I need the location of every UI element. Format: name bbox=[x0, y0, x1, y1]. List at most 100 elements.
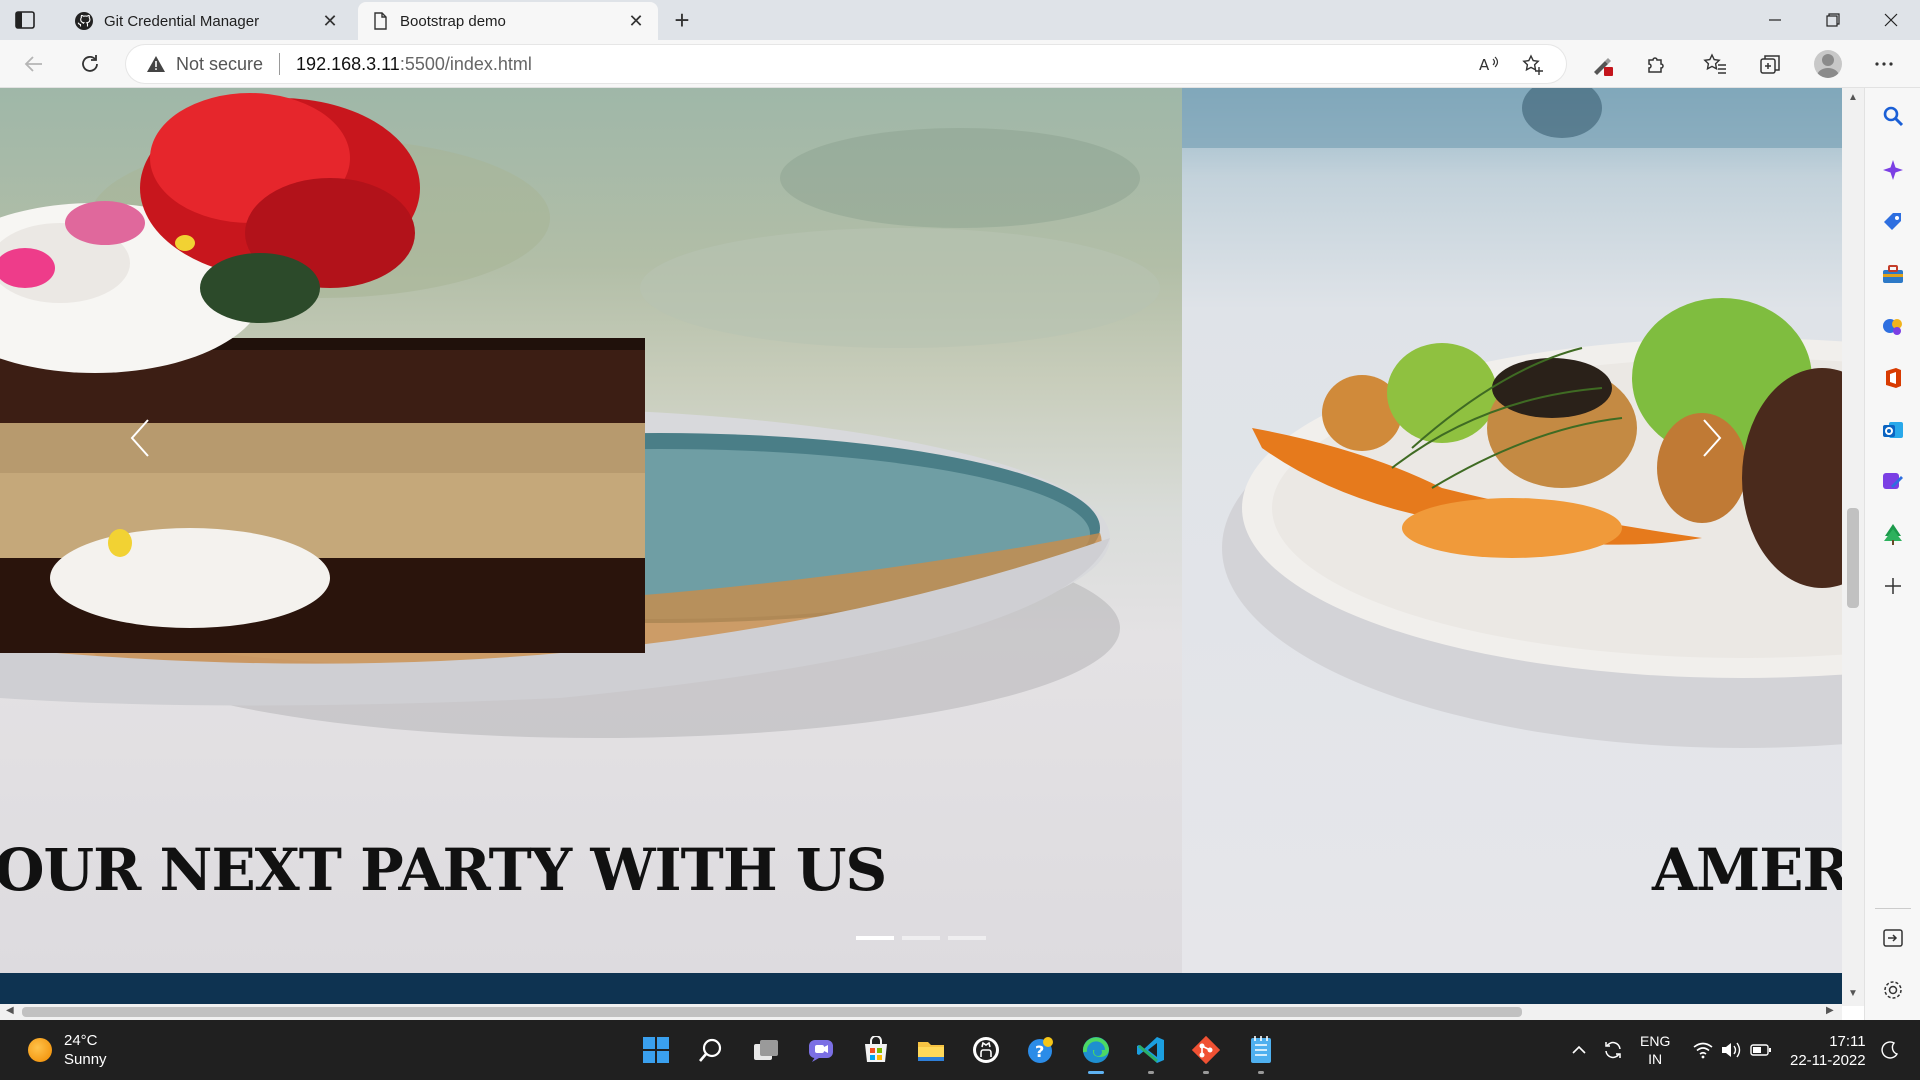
vscode-icon bbox=[1137, 1037, 1164, 1063]
refresh-button[interactable] bbox=[76, 50, 104, 78]
do-not-disturb-icon bbox=[1881, 1041, 1899, 1059]
github-icon bbox=[75, 12, 93, 30]
tab-title: Bootstrap demo bbox=[400, 12, 506, 30]
minimize-icon bbox=[1769, 19, 1781, 21]
clock-date: 22-11-2022 bbox=[1790, 1052, 1866, 1069]
browser-toolbar: Not secure 192.168.3.11 :5500/index.html… bbox=[0, 40, 1920, 88]
collections-icon bbox=[1760, 55, 1780, 74]
vertical-scrollbar[interactable]: ▲ ▼ bbox=[1842, 88, 1864, 1006]
close-tab-icon[interactable]: ✕ bbox=[320, 11, 340, 31]
scroll-right-arrow[interactable]: ▶ bbox=[1826, 1005, 1834, 1016]
restore-icon bbox=[1826, 13, 1840, 27]
extension-button[interactable] bbox=[1588, 50, 1616, 78]
wifi-icon bbox=[1693, 1042, 1713, 1059]
add-favorite-icon[interactable] bbox=[1522, 54, 1544, 76]
new-tab-button[interactable]: + bbox=[668, 5, 696, 35]
office-icon[interactable] bbox=[1881, 366, 1905, 390]
chevron-up-icon bbox=[1572, 1045, 1586, 1054]
tab-title: Git Credential Manager bbox=[104, 12, 260, 30]
sync-tray-item[interactable] bbox=[1602, 1020, 1624, 1080]
hide-sidebar-icon[interactable] bbox=[1881, 926, 1905, 950]
help-icon: ? bbox=[1028, 1037, 1053, 1063]
taskbar-notepad[interactable] bbox=[1243, 1032, 1279, 1074]
sidebar-settings-icon[interactable] bbox=[1881, 978, 1905, 1002]
address-bar[interactable]: Not secure 192.168.3.11 :5500/index.html… bbox=[126, 45, 1566, 83]
carousel-prev-button[interactable] bbox=[120, 408, 160, 468]
scroll-left-arrow[interactable]: ◀ bbox=[6, 1005, 14, 1016]
url-host: 192.168.3.11 bbox=[296, 53, 400, 74]
scroll-down-arrow[interactable]: ▼ bbox=[1848, 988, 1858, 999]
profile-avatar[interactable] bbox=[1814, 50, 1842, 78]
page-icon bbox=[374, 12, 387, 30]
carousel-indicator-1[interactable] bbox=[856, 936, 894, 940]
taskbar-chat[interactable] bbox=[803, 1032, 839, 1068]
close-window-button[interactable] bbox=[1862, 0, 1920, 40]
quick-settings[interactable] bbox=[1692, 1020, 1772, 1080]
horizontal-scroll-thumb[interactable] bbox=[22, 1007, 1522, 1017]
notepad-icon bbox=[1251, 1036, 1271, 1063]
taskbar-search-button[interactable] bbox=[693, 1032, 729, 1068]
security-label[interactable]: Not secure bbox=[176, 54, 263, 75]
tab-git-credential-manager[interactable]: Git Credential Manager ✕ bbox=[62, 2, 352, 40]
more-menu-button[interactable] bbox=[1870, 50, 1898, 78]
slide-caption-2: AMERIC bbox=[1652, 836, 1842, 904]
discover-icon[interactable] bbox=[1881, 158, 1905, 182]
add-sidebar-app-icon[interactable] bbox=[1881, 574, 1905, 598]
warning-icon bbox=[147, 56, 165, 72]
favorites-button[interactable] bbox=[1701, 50, 1729, 78]
minimize-button[interactable] bbox=[1746, 0, 1804, 40]
refresh-icon bbox=[82, 55, 98, 72]
chevron-left-icon bbox=[130, 419, 149, 457]
tab-bootstrap-demo[interactable]: Bootstrap demo ✕ bbox=[358, 2, 658, 40]
taskbar-vscode[interactable] bbox=[1133, 1032, 1169, 1074]
search-icon[interactable] bbox=[1881, 104, 1905, 128]
sync-icon bbox=[1605, 1041, 1621, 1059]
notifications-button[interactable] bbox=[1880, 1020, 1900, 1080]
windows-logo-icon bbox=[643, 1037, 669, 1063]
taskbar-store[interactable] bbox=[858, 1032, 894, 1068]
carousel-indicators bbox=[856, 936, 986, 940]
taskbar-git[interactable] bbox=[1188, 1032, 1224, 1074]
url-path: :5500/index.html bbox=[399, 53, 532, 74]
svg-text:A: A bbox=[1479, 56, 1490, 74]
outlook-icon[interactable] bbox=[1881, 418, 1905, 442]
close-tab-icon[interactable]: ✕ bbox=[626, 11, 646, 31]
carousel-next-button[interactable] bbox=[1692, 408, 1732, 468]
taskbar-github-desktop[interactable] bbox=[968, 1032, 1004, 1068]
input-language[interactable]: ENG IN bbox=[1640, 1020, 1670, 1080]
carousel-indicator-2[interactable] bbox=[902, 936, 940, 940]
read-aloud-icon[interactable]: A bbox=[1478, 54, 1500, 76]
sidebar-divider bbox=[1875, 908, 1911, 909]
tools-icon[interactable] bbox=[1881, 262, 1905, 286]
back-button[interactable] bbox=[20, 50, 48, 78]
language-line-2: IN bbox=[1648, 1051, 1663, 1067]
scroll-up-arrow[interactable]: ▲ bbox=[1848, 92, 1858, 103]
shopping-tag-icon[interactable] bbox=[1881, 210, 1905, 234]
page-bottom-band bbox=[0, 973, 1842, 1006]
start-button[interactable] bbox=[638, 1032, 674, 1068]
tab-actions-icon[interactable] bbox=[14, 9, 36, 31]
designer-icon[interactable] bbox=[1881, 470, 1905, 494]
volume-icon bbox=[1722, 1042, 1741, 1058]
show-hidden-icons[interactable] bbox=[1570, 1020, 1588, 1080]
extensions-button[interactable] bbox=[1642, 50, 1670, 78]
carousel-slide-1: OUR NEXT PARTY WITH US bbox=[0, 88, 1182, 973]
taskbar-file-explorer[interactable] bbox=[913, 1032, 949, 1068]
folder-icon bbox=[918, 1042, 944, 1061]
windows-taskbar: 24°C Sunny ? ENG IN 17:11 22-11-2022 bbox=[0, 1020, 1920, 1080]
task-view-button[interactable] bbox=[748, 1032, 784, 1068]
weather-widget[interactable]: 24°C Sunny bbox=[28, 1031, 107, 1069]
taskbar-search-icon bbox=[699, 1038, 722, 1062]
vertical-scroll-thumb[interactable] bbox=[1847, 508, 1859, 608]
tree-icon[interactable] bbox=[1881, 522, 1905, 546]
horizontal-scrollbar[interactable]: ◀ ▶ bbox=[0, 1004, 1842, 1020]
games-icon[interactable] bbox=[1881, 314, 1905, 338]
collections-button[interactable] bbox=[1756, 50, 1784, 78]
system-clock[interactable]: 17:11 22-11-2022 bbox=[1790, 1032, 1866, 1070]
taskbar-edge[interactable] bbox=[1078, 1032, 1114, 1074]
edge-browser-icon bbox=[1082, 1037, 1110, 1063]
carousel-indicator-3[interactable] bbox=[948, 936, 986, 940]
tab-strip: Git Credential Manager ✕ Bootstrap demo … bbox=[0, 0, 1920, 40]
taskbar-help[interactable]: ? bbox=[1023, 1032, 1059, 1068]
restore-button[interactable] bbox=[1804, 0, 1862, 40]
